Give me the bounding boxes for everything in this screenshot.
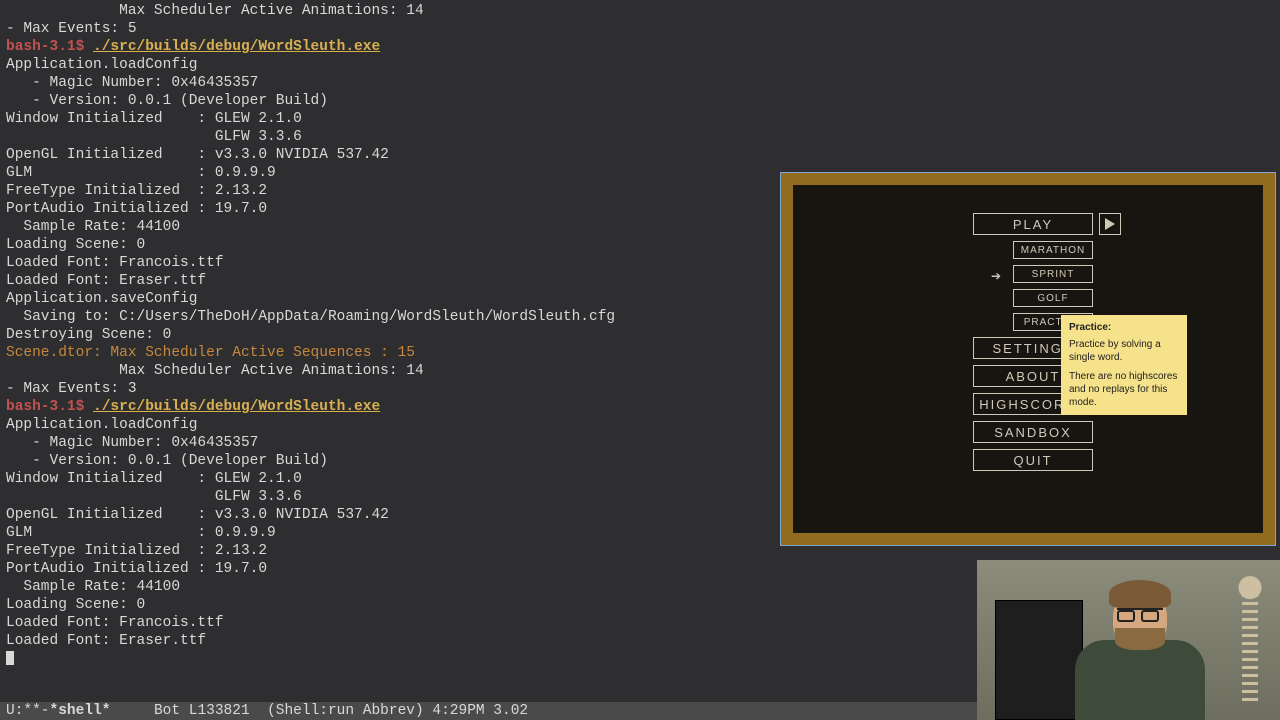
quit-button[interactable]: QUIT (973, 449, 1093, 471)
status-info: Bot L133821 (Shell:run Abbrev) 4:29PM 3.… (110, 703, 528, 719)
play-replay-icon[interactable] (1099, 213, 1121, 235)
status-left: U:**- (6, 703, 50, 719)
practice-tooltip: Practice: Practice by solving a single w… (1061, 315, 1187, 415)
game-window: PLAY MARATHON ➔ SPRINT GOLF PRACTICE 20 … (780, 172, 1276, 546)
selection-arrow-icon: ➔ (991, 267, 1001, 285)
tooltip-line: There are no highscores and no replays f… (1069, 370, 1179, 409)
tooltip-line: Practice by solving a single word. (1069, 338, 1179, 364)
sandbox-button[interactable]: SANDBOX (973, 421, 1093, 443)
game-viewport: PLAY MARATHON ➔ SPRINT GOLF PRACTICE 20 … (793, 185, 1263, 533)
streamer-person (1065, 590, 1215, 720)
tooltip-title: Practice: (1069, 321, 1179, 334)
play-button[interactable]: PLAY (973, 213, 1093, 235)
sprint-button[interactable]: SPRINT (1013, 265, 1093, 283)
golf-button[interactable]: GOLF (1013, 289, 1093, 307)
marathon-button[interactable]: MARATHON (1013, 241, 1093, 259)
skeleton-prop (1220, 566, 1280, 720)
webcam-feed (977, 560, 1280, 720)
status-buffer-name: *shell* (50, 703, 111, 719)
